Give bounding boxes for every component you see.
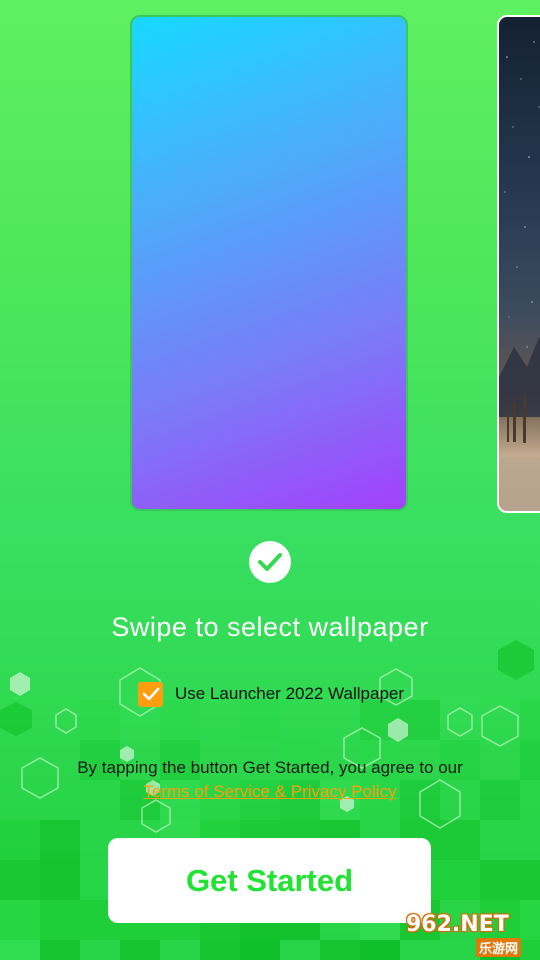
night-sky-image bbox=[499, 41, 540, 511]
wallpaper-card-night-sky[interactable] bbox=[497, 15, 540, 513]
background-hexagon-pattern bbox=[0, 640, 534, 833]
background-pixel bbox=[360, 940, 400, 960]
background-pixel bbox=[40, 900, 80, 940]
background-pixel bbox=[520, 820, 540, 860]
background-pixel bbox=[40, 940, 80, 960]
background-pixel bbox=[120, 940, 160, 960]
terms-notice: By tapping the button Get Started, you a… bbox=[77, 758, 463, 777]
background-pixel bbox=[440, 820, 480, 860]
checkmark-icon bbox=[142, 687, 159, 701]
terms-privacy-link[interactable]: Terms of Service & Privacy Policy bbox=[0, 782, 540, 802]
watermark-main-text: 962.NET bbox=[406, 912, 509, 937]
background-pixel bbox=[320, 940, 360, 960]
watermark-logo: 962.NET 乐游网 bbox=[402, 912, 538, 957]
background-pixel bbox=[440, 700, 480, 740]
background-pixel bbox=[0, 940, 40, 960]
background-pixel bbox=[40, 860, 80, 900]
use-wallpaper-checkbox-row[interactable]: Use Launcher 2022 Wallpaper bbox=[138, 680, 404, 708]
background-pixel bbox=[440, 860, 480, 900]
get-started-button[interactable]: Get Started bbox=[108, 838, 431, 923]
background-pixel bbox=[0, 820, 40, 860]
background-pixel bbox=[160, 940, 200, 960]
swipe-instruction: Swipe to select wallpaper bbox=[111, 612, 429, 642]
background-pixel bbox=[400, 700, 440, 740]
background-pixel bbox=[80, 940, 120, 960]
background-pixel bbox=[40, 820, 80, 860]
background-pixel bbox=[240, 940, 280, 960]
selected-check-icon bbox=[249, 541, 291, 583]
wallpaper-card-gradient[interactable] bbox=[130, 15, 408, 511]
background-pixel bbox=[480, 860, 520, 900]
background-pixel bbox=[200, 940, 240, 960]
use-wallpaper-checkbox[interactable] bbox=[138, 681, 163, 707]
background-pixel bbox=[480, 820, 520, 860]
background-pixel bbox=[0, 860, 40, 900]
background-pixel bbox=[80, 700, 120, 740]
background-pixel bbox=[0, 900, 40, 940]
checkmark-icon bbox=[258, 553, 282, 571]
watermark-sub-text: 乐游网 bbox=[476, 938, 522, 957]
use-wallpaper-label[interactable]: Use Launcher 2022 Wallpaper bbox=[175, 684, 404, 704]
background-pixel bbox=[280, 940, 320, 960]
background-pixel bbox=[520, 700, 540, 740]
background-pixel bbox=[520, 860, 540, 900]
